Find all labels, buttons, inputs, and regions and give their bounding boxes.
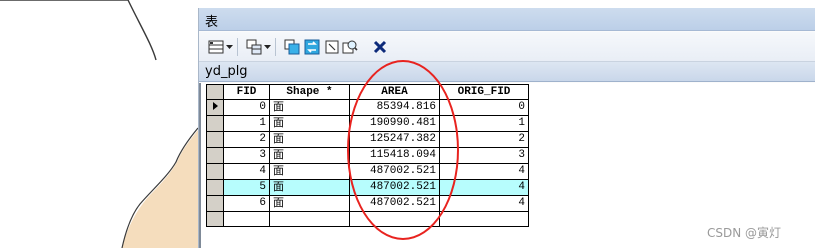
select-by-attributes-icon[interactable]: [283, 38, 301, 56]
table-tab-bar: yd_plg: [199, 62, 815, 82]
empty-cell[interactable]: [223, 211, 270, 227]
row-selector[interactable]: [206, 147, 224, 164]
fid-cell-value: 2: [259, 133, 266, 145]
annotation-ellipse: [347, 60, 459, 240]
fid-cell[interactable]: 2: [223, 131, 270, 148]
empty-cell[interactable]: [206, 211, 224, 227]
fid-cell-value: 3: [259, 149, 266, 161]
row-selector-header[interactable]: [206, 84, 224, 100]
orig-fid-cell-value: 4: [518, 197, 525, 209]
fid-cell[interactable]: 3: [223, 147, 270, 164]
shape-cell[interactable]: 面: [269, 163, 350, 180]
related-tables-icon[interactable]: [245, 38, 263, 56]
fid-cell[interactable]: 6: [223, 195, 270, 212]
shape-cell-value: 面: [273, 180, 284, 193]
shape-cell[interactable]: 面: [269, 195, 350, 212]
table-toolbar: [199, 32, 815, 62]
toolbar-separator: [275, 38, 276, 56]
current-row-arrow-icon: [212, 102, 218, 111]
shape-cell-value: 面: [273, 100, 284, 113]
column-header-shape[interactable]: Shape *: [269, 84, 350, 100]
shape-cell[interactable]: 面: [269, 147, 350, 164]
column-header-orig-fid[interactable]: ORIG_FID: [439, 84, 529, 100]
shape-cell[interactable]: 面: [269, 99, 350, 116]
attribute-table-window: 表 yd_plg FID Shape * AREA ORIG_FID 0 面 8…: [198, 8, 815, 248]
row-selector[interactable]: [206, 99, 224, 116]
fid-cell[interactable]: 5: [223, 179, 270, 196]
orig-fid-cell-value: 3: [518, 149, 525, 161]
fid-cell-value: 5: [259, 181, 266, 193]
orig-fid-cell-value: 2: [518, 133, 525, 145]
fid-cell[interactable]: 0: [223, 99, 270, 116]
switch-selection-icon[interactable]: [303, 38, 321, 56]
orig-fid-cell-value: 4: [518, 165, 525, 177]
fid-cell-value: 6: [259, 197, 266, 209]
table-name-label[interactable]: yd_plg: [205, 64, 248, 79]
fid-cell[interactable]: 4: [223, 163, 270, 180]
orig-fid-cell-value: 4: [518, 181, 525, 193]
window-titlebar[interactable]: 表: [199, 8, 815, 31]
orig-fid-cell[interactable]: 4: [439, 195, 529, 212]
chevron-down-icon[interactable]: [263, 38, 271, 56]
shape-cell[interactable]: 面: [269, 115, 350, 132]
zoom-to-selected-icon[interactable]: [341, 38, 359, 56]
fid-cell-value: 0: [259, 101, 266, 113]
column-header-fid[interactable]: FID: [223, 84, 270, 100]
fid-cell-value: 4: [259, 165, 266, 177]
shape-cell-value: 面: [273, 196, 284, 209]
orig-fid-cell-value: 0: [518, 101, 525, 113]
shape-cell-value: 面: [273, 148, 284, 161]
row-selector[interactable]: [206, 115, 224, 132]
orig-fid-cell-value: 1: [518, 117, 525, 129]
row-selector[interactable]: [206, 163, 224, 180]
shape-cell-value: 面: [273, 132, 284, 145]
shape-cell-value: 面: [273, 116, 284, 129]
watermark-text: CSDN @寅灯: [707, 226, 782, 240]
chevron-down-icon[interactable]: [225, 38, 233, 56]
row-selector[interactable]: [206, 131, 224, 148]
shape-cell[interactable]: 面: [269, 179, 350, 196]
empty-cell[interactable]: [269, 211, 350, 227]
background-illustration: [0, 0, 199, 248]
window-title: 表: [205, 15, 219, 30]
table-options-icon[interactable]: [207, 38, 225, 56]
delete-selected-icon[interactable]: [371, 38, 389, 56]
shape-cell[interactable]: 面: [269, 131, 350, 148]
row-selector[interactable]: [206, 179, 224, 196]
fid-cell-value: 1: [259, 117, 266, 129]
empty-cell[interactable]: [439, 211, 529, 227]
clear-selection-icon[interactable]: [323, 38, 341, 56]
fid-cell[interactable]: 1: [223, 115, 270, 132]
toolbar-separator: [237, 38, 238, 56]
row-selector[interactable]: [206, 195, 224, 212]
shape-cell-value: 面: [273, 164, 284, 177]
